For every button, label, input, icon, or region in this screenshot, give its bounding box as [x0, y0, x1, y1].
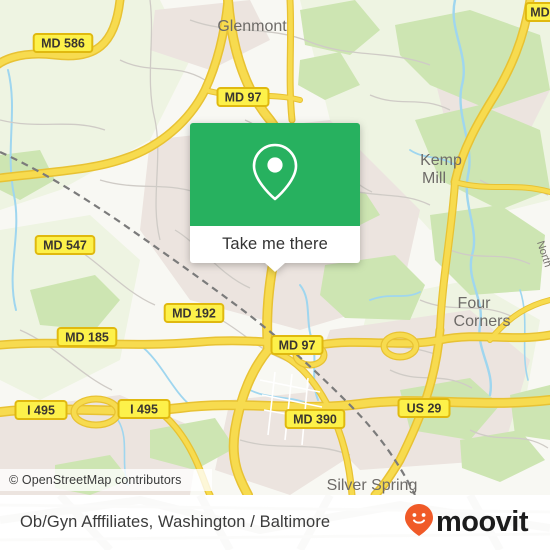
road-shield-label: MD 586	[41, 37, 85, 51]
callout-tail	[265, 263, 285, 272]
road-shield-label: MD 547	[43, 239, 87, 253]
road-shield: MD 97	[216, 87, 270, 107]
road-shield-label: MD 185	[65, 331, 109, 345]
moovit-pin-icon	[404, 503, 434, 542]
take-me-there-callout[interactable]: Take me there	[190, 123, 360, 272]
road-shield-label: US 29	[407, 402, 442, 416]
place-title: Ob/Gyn Afffiliates, Washington / Baltimo…	[20, 513, 331, 531]
map-place-label: Corners	[454, 313, 511, 330]
road-shield: MD 192	[163, 303, 225, 323]
road-shield: I 495	[14, 400, 68, 420]
footer-bar: Ob/Gyn Afffiliates, Washington / Baltimo…	[0, 495, 550, 550]
take-me-there-label: Take me there	[222, 235, 328, 253]
road-shield: MD 97	[270, 335, 324, 355]
road-shield-label: I 495	[130, 403, 158, 417]
screenshot-root: Glenmont Kemp Mill Four Corners Silver Spring…	[0, 0, 550, 550]
road-shield: I 495	[117, 399, 171, 419]
moovit-wordmark: moovit	[435, 506, 529, 538]
road-shield: MD 185	[56, 327, 118, 347]
road-shield: US 29	[397, 398, 451, 418]
road-shield-label: MD 192	[172, 307, 216, 321]
road-shield-label: MD	[530, 6, 549, 20]
road-shield: MD 390	[284, 409, 346, 429]
map-place-label: Kemp	[420, 152, 462, 169]
map-place-label: Silver Spring	[327, 477, 418, 494]
road-shield: MD 547	[34, 235, 96, 255]
road-shield: MD	[524, 2, 550, 22]
road-shield: MD 586	[32, 33, 94, 53]
callout-icon-panel	[190, 123, 360, 226]
osm-attribution[interactable]: © OpenStreetMap contributors	[0, 469, 212, 491]
map-place-label: Glenmont	[217, 18, 287, 35]
callout-action-panel[interactable]: Take me there	[190, 226, 360, 272]
moovit-logo[interactable]: moovit	[404, 495, 529, 550]
road-shield-label: I 495	[27, 404, 55, 418]
osm-attribution-text: © OpenStreetMap contributors	[9, 473, 182, 487]
road-shield-label: MD 97	[279, 339, 316, 353]
road-shield-label: MD 390	[293, 413, 337, 427]
map-place-label: Mill	[422, 170, 446, 187]
map-place-label: Four	[458, 295, 492, 312]
map-pin-icon	[249, 141, 301, 208]
road-shield-label: MD 97	[225, 91, 262, 105]
